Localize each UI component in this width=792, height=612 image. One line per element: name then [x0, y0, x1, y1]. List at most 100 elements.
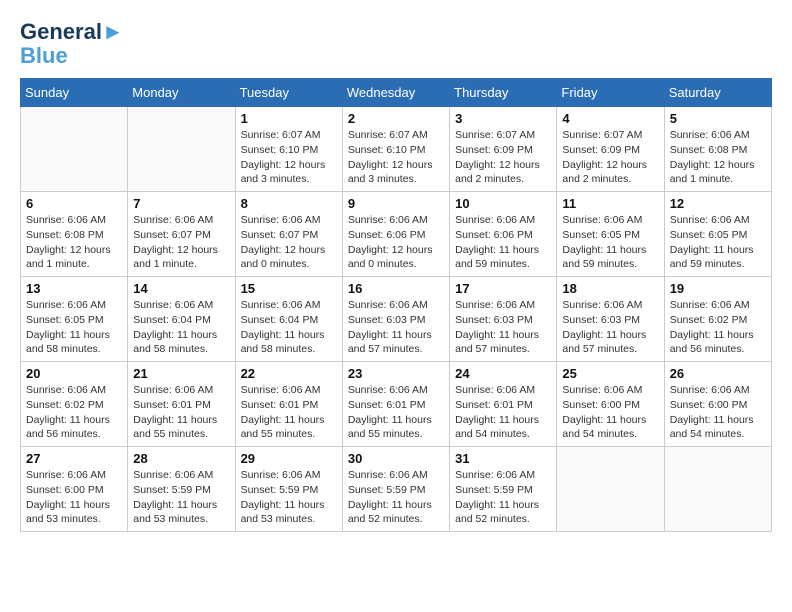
calendar-cell: 22Sunrise: 6:06 AM Sunset: 6:01 PM Dayli… [235, 362, 342, 447]
week-row-2: 6 Sunrise: 6:06 AM Sunset: 6:08 PM Daylig… [21, 192, 772, 277]
logo-line2: Blue [20, 44, 124, 68]
dow-header-saturday: Saturday [664, 79, 771, 107]
day-number: 10 [455, 196, 551, 211]
day-number: 29 [241, 451, 337, 466]
week-row-4: 20 Sunrise: 6:06 AM Sunset: 6:02 PM Dayli… [21, 362, 772, 447]
day-info: Sunrise: 6:07 AM Sunset: 6:10 PM Dayligh… [241, 128, 337, 187]
calendar-cell: 4Sunrise: 6:07 AM Sunset: 6:09 PM Daylig… [557, 107, 664, 192]
calendar-cell: 11 Sunrise: 6:06 AM Sunset: 6:05 PM Dayli… [557, 192, 664, 277]
day-number: 28 [133, 451, 229, 466]
calendar-cell: 30Sunrise: 6:06 AM Sunset: 5:59 PM Dayli… [342, 447, 449, 532]
calendar-cell: 5 Sunrise: 6:06 AM Sunset: 6:08 PM Daylig… [664, 107, 771, 192]
day-number: 6 [26, 196, 122, 211]
day-number: 7 [133, 196, 229, 211]
calendar-cell: 2 Sunrise: 6:07 AM Sunset: 6:10 PM Daylig… [342, 107, 449, 192]
day-number: 25 [562, 366, 658, 381]
day-info: Sunrise: 6:06 AM Sunset: 6:05 PM Dayligh… [26, 298, 122, 357]
week-row-1: 1 Sunrise: 6:07 AM Sunset: 6:10 PM Daylig… [21, 107, 772, 192]
calendar-cell: 17 Sunrise: 6:06 AM Sunset: 6:03 PM Dayli… [450, 277, 557, 362]
day-number: 1 [241, 111, 337, 126]
day-number: 14 [133, 281, 229, 296]
day-info: Sunrise: 6:06 AM Sunset: 6:02 PM Dayligh… [26, 383, 122, 442]
calendar-cell: 20 Sunrise: 6:06 AM Sunset: 6:02 PM Dayli… [21, 362, 128, 447]
calendar-cell: 18Sunrise: 6:06 AM Sunset: 6:03 PM Dayli… [557, 277, 664, 362]
day-info: Sunrise: 6:07 AM Sunset: 6:10 PM Dayligh… [348, 128, 444, 187]
day-info: Sunrise: 6:06 AM Sunset: 6:02 PM Dayligh… [670, 298, 766, 357]
day-info: Sunrise: 6:06 AM Sunset: 6:04 PM Dayligh… [133, 298, 229, 357]
day-info: Sunrise: 6:06 AM Sunset: 6:08 PM Dayligh… [26, 213, 122, 272]
day-number: 2 [348, 111, 444, 126]
day-number: 22 [241, 366, 337, 381]
calendar-cell: 10 Sunrise: 6:06 AM Sunset: 6:06 PM Dayli… [450, 192, 557, 277]
calendar-cell [21, 107, 128, 192]
calendar-cell: 27 Sunrise: 6:06 AM Sunset: 6:00 PM Dayli… [21, 447, 128, 532]
day-number: 5 [670, 111, 766, 126]
day-info: Sunrise: 6:06 AM Sunset: 6:03 PM Dayligh… [348, 298, 444, 357]
calendar: SundayMondayTuesdayWednesdayThursdayFrid… [20, 78, 772, 532]
calendar-cell: 16 Sunrise: 6:06 AM Sunset: 6:03 PM Dayli… [342, 277, 449, 362]
header: General► Blue [20, 20, 772, 68]
day-info: Sunrise: 6:06 AM Sunset: 6:00 PM Dayligh… [670, 383, 766, 442]
day-number: 27 [26, 451, 122, 466]
day-number: 17 [455, 281, 551, 296]
day-number: 16 [348, 281, 444, 296]
week-row-5: 27 Sunrise: 6:06 AM Sunset: 6:00 PM Dayli… [21, 447, 772, 532]
day-of-week-row: SundayMondayTuesdayWednesdayThursdayFrid… [21, 79, 772, 107]
dow-header-tuesday: Tuesday [235, 79, 342, 107]
day-number: 23 [348, 366, 444, 381]
day-info: Sunrise: 6:06 AM Sunset: 6:03 PM Dayligh… [562, 298, 658, 357]
calendar-cell: 15Sunrise: 6:06 AM Sunset: 6:04 PM Dayli… [235, 277, 342, 362]
day-number: 3 [455, 111, 551, 126]
calendar-cell: 31 Sunrise: 6:06 AM Sunset: 5:59 PM Dayli… [450, 447, 557, 532]
day-number: 19 [670, 281, 766, 296]
dow-header-monday: Monday [128, 79, 235, 107]
calendar-cell: 25 Sunrise: 6:06 AM Sunset: 6:00 PM Dayli… [557, 362, 664, 447]
calendar-cell: 26 Sunrise: 6:06 AM Sunset: 6:00 PM Dayli… [664, 362, 771, 447]
day-number: 24 [455, 366, 551, 381]
day-info: Sunrise: 6:06 AM Sunset: 6:05 PM Dayligh… [562, 213, 658, 272]
week-row-3: 13 Sunrise: 6:06 AM Sunset: 6:05 PM Dayli… [21, 277, 772, 362]
day-number: 8 [241, 196, 337, 211]
day-info: Sunrise: 6:06 AM Sunset: 6:00 PM Dayligh… [26, 468, 122, 527]
day-info: Sunrise: 6:06 AM Sunset: 5:59 PM Dayligh… [455, 468, 551, 527]
day-number: 20 [26, 366, 122, 381]
day-number: 9 [348, 196, 444, 211]
calendar-cell: 14 Sunrise: 6:06 AM Sunset: 6:04 PM Dayli… [128, 277, 235, 362]
calendar-cell: 28 Sunrise: 6:06 AM Sunset: 5:59 PM Dayli… [128, 447, 235, 532]
day-info: Sunrise: 6:06 AM Sunset: 6:08 PM Dayligh… [670, 128, 766, 187]
day-info: Sunrise: 6:06 AM Sunset: 6:07 PM Dayligh… [133, 213, 229, 272]
day-info: Sunrise: 6:06 AM Sunset: 6:06 PM Dayligh… [455, 213, 551, 272]
day-info: Sunrise: 6:06 AM Sunset: 5:59 PM Dayligh… [133, 468, 229, 527]
calendar-cell: 9Sunrise: 6:06 AM Sunset: 6:06 PM Daylig… [342, 192, 449, 277]
calendar-cell: 19 Sunrise: 6:06 AM Sunset: 6:02 PM Dayli… [664, 277, 771, 362]
calendar-cell [557, 447, 664, 532]
calendar-cell: 29 Sunrise: 6:06 AM Sunset: 5:59 PM Dayli… [235, 447, 342, 532]
dow-header-thursday: Thursday [450, 79, 557, 107]
day-info: Sunrise: 6:06 AM Sunset: 6:00 PM Dayligh… [562, 383, 658, 442]
day-info: Sunrise: 6:06 AM Sunset: 6:07 PM Dayligh… [241, 213, 337, 272]
logo: General► Blue [20, 20, 124, 68]
day-number: 30 [348, 451, 444, 466]
calendar-cell: 23 Sunrise: 6:06 AM Sunset: 6:01 PM Dayli… [342, 362, 449, 447]
calendar-cell: 21 Sunrise: 6:06 AM Sunset: 6:01 PM Dayli… [128, 362, 235, 447]
calendar-cell: 3Sunrise: 6:07 AM Sunset: 6:09 PM Daylig… [450, 107, 557, 192]
day-number: 12 [670, 196, 766, 211]
dow-header-friday: Friday [557, 79, 664, 107]
day-info: Sunrise: 6:06 AM Sunset: 6:04 PM Dayligh… [241, 298, 337, 357]
calendar-body: 1 Sunrise: 6:07 AM Sunset: 6:10 PM Daylig… [21, 107, 772, 532]
day-number: 13 [26, 281, 122, 296]
day-number: 21 [133, 366, 229, 381]
day-number: 26 [670, 366, 766, 381]
calendar-cell [664, 447, 771, 532]
day-info: Sunrise: 6:06 AM Sunset: 6:01 PM Dayligh… [348, 383, 444, 442]
calendar-cell: 24Sunrise: 6:06 AM Sunset: 6:01 PM Dayli… [450, 362, 557, 447]
day-info: Sunrise: 6:07 AM Sunset: 6:09 PM Dayligh… [562, 128, 658, 187]
day-info: Sunrise: 6:06 AM Sunset: 6:03 PM Dayligh… [455, 298, 551, 357]
day-info: Sunrise: 6:06 AM Sunset: 6:05 PM Dayligh… [670, 213, 766, 272]
calendar-cell: 12 Sunrise: 6:06 AM Sunset: 6:05 PM Dayli… [664, 192, 771, 277]
day-number: 31 [455, 451, 551, 466]
day-number: 11 [562, 196, 658, 211]
day-info: Sunrise: 6:06 AM Sunset: 5:59 PM Dayligh… [241, 468, 337, 527]
day-info: Sunrise: 6:06 AM Sunset: 6:01 PM Dayligh… [133, 383, 229, 442]
calendar-cell: 8 Sunrise: 6:06 AM Sunset: 6:07 PM Daylig… [235, 192, 342, 277]
